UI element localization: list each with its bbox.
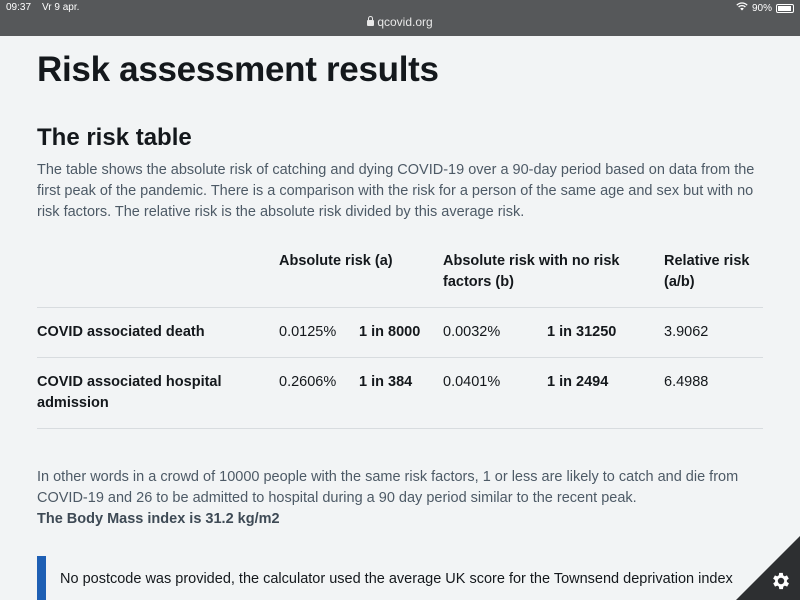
battery-icon [776, 3, 794, 13]
summary-paragraph: In other words in a crowd of 10000 peopl… [37, 469, 739, 506]
table-row: COVID associated hospital admission 0.26… [37, 357, 763, 429]
baseline-risk-percent: 0.0032% [443, 307, 547, 358]
risk-table: Absolute risk (a) Absolute risk with no … [37, 239, 763, 429]
address-bar[interactable]: qcovid.org [0, 15, 800, 29]
relative-risk: 3.9062 [664, 307, 763, 358]
header-relative-risk: Relative risk (a/b) [664, 239, 763, 308]
intro-paragraph: The table shows the absolute risk of cat… [37, 162, 755, 220]
gear-icon[interactable] [770, 570, 792, 592]
battery-percent: 90% [751, 2, 772, 14]
header-absolute-risk: Absolute risk (a) [279, 239, 443, 308]
table-row: COVID associated death 0.0125% 1 in 8000… [37, 307, 763, 358]
table-header-row: Absolute risk (a) Absolute risk with no … [37, 239, 763, 308]
header-label [37, 239, 279, 308]
status-time: 09:37 [6, 2, 32, 13]
bmi-statement: The Body Mass index is 31.2 kg/m2 [37, 511, 280, 527]
wifi-icon [736, 2, 748, 14]
status-date: Vr 9 apr. [42, 2, 80, 13]
absolute-risk-percent: 0.0125% [279, 307, 359, 358]
absolute-risk-percent: 0.2606% [279, 357, 359, 429]
main-content: Risk assessment results The risk table T… [37, 36, 767, 530]
postcode-notice: No postcode was provided, the calculator… [37, 556, 767, 600]
status-right: 90% [736, 2, 794, 14]
baseline-risk-percent: 0.0401% [443, 357, 547, 429]
url-text: qcovid.org [377, 15, 433, 29]
lock-icon [367, 16, 375, 26]
row-label: COVID associated hospital admission [37, 357, 279, 429]
row-label: COVID associated death [37, 307, 279, 358]
baseline-risk-ratio: 1 in 31250 [547, 307, 664, 358]
notice-text: No postcode was provided, the calculator… [60, 571, 733, 587]
header-baseline-risk: Absolute risk with no risk factors (b) [443, 239, 664, 308]
baseline-risk-ratio: 1 in 2494 [547, 357, 664, 429]
section-title: The risk table [37, 124, 192, 151]
page-title: Risk assessment results [37, 50, 439, 89]
status-bar: 09:37 Vr 9 apr. 90% qcovid.org [0, 0, 800, 36]
absolute-risk-ratio: 1 in 8000 [359, 307, 443, 358]
absolute-risk-ratio: 1 in 384 [359, 357, 443, 429]
relative-risk: 6.4988 [664, 357, 763, 429]
